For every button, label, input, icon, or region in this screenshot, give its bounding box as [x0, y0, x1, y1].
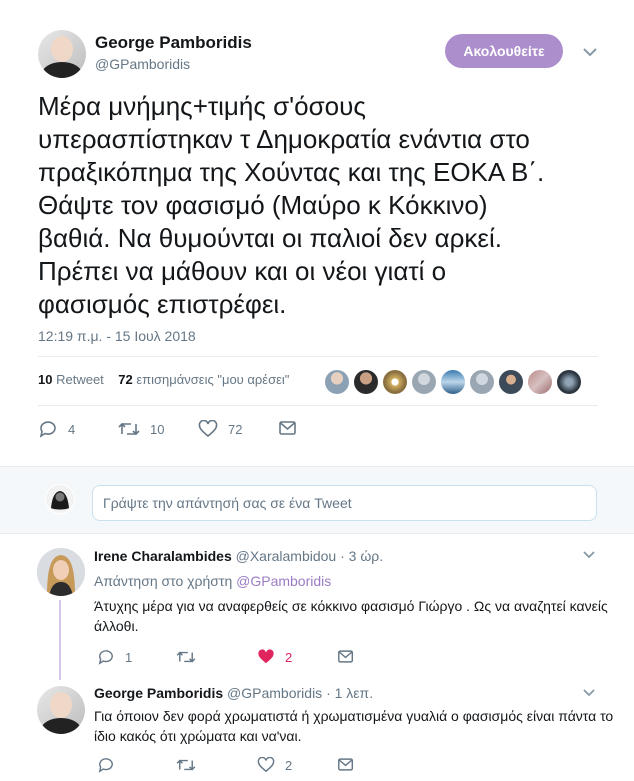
replying-to: Απάντηση στο χρήστη @GPamboridis: [94, 573, 331, 589]
reply-button[interactable]: 4: [38, 420, 75, 438]
retweet-icon: [176, 757, 196, 773]
retweet-count: 10: [150, 421, 165, 437]
envelope-icon: [337, 757, 355, 772]
retweet-stat-count: 10: [38, 372, 53, 387]
current-user-avatar[interactable]: [45, 484, 75, 514]
tweet-text-line: βαθιά. Να θυμούνται οι παλιοί δεν αρκεί.: [38, 223, 503, 253]
like-button[interactable]: 2: [257, 649, 292, 665]
liker-avatar[interactable]: [383, 370, 407, 394]
reply-author-name[interactable]: George Pamboridis: [94, 685, 223, 701]
tweet-text-line: Πρέπει να μάθουν και οι νέοι γιατί ο: [38, 256, 447, 286]
like-count: 2: [285, 757, 293, 773]
like-count: 72: [228, 421, 243, 437]
liker-avatar[interactable]: [325, 370, 349, 394]
direct-message-button[interactable]: [278, 420, 298, 436]
divider: [38, 356, 598, 357]
like-button[interactable]: 72: [198, 420, 242, 438]
reply-icon: [97, 649, 115, 665]
compose-reply: Γράψτε την απάντησή σας σε ένα Tweet: [0, 466, 634, 534]
reply-author-line: Irene Charalambides @Xaralambidou · 3 ώρ…: [94, 548, 383, 564]
liker-avatar[interactable]: [412, 370, 436, 394]
chevron-down-icon[interactable]: [580, 42, 600, 62]
divider: [38, 405, 598, 406]
liker-avatar[interactable]: [499, 370, 523, 394]
main-tweet: George Pamboridis @GPamboridis Ακολουθεί…: [0, 0, 634, 466]
reply-time[interactable]: · 1 λεπ.: [326, 685, 373, 701]
liker-avatar[interactable]: [354, 370, 378, 394]
reply-count: 1: [125, 649, 133, 665]
tweet-text-line: Θάψτε τον φασισμό (Μαύρο κ Κόκκινο): [38, 190, 488, 220]
heart-icon: [198, 420, 218, 438]
reply-icon: [97, 757, 115, 773]
liker-avatar[interactable]: [470, 370, 494, 394]
tweet-text-line: Μέρα μνήμης+τιμής σ'όσους: [38, 91, 366, 121]
reply-text: Άτυχης μέρα για να αναφερθείς σε κόκκινο…: [94, 598, 608, 634]
liker-avatar[interactable]: [441, 370, 465, 394]
author-handle[interactable]: @GPamboridis: [95, 56, 190, 72]
reply-author-handle[interactable]: @GPamboridis: [227, 685, 322, 701]
author-avatar[interactable]: [38, 30, 86, 78]
retweet-button[interactable]: 10: [118, 420, 164, 438]
reply-input[interactable]: Γράψτε την απάντησή σας σε ένα Tweet: [92, 485, 597, 521]
retweet-icon: [118, 420, 140, 438]
tweet-text-line: υπερασπίστηκαν τ Δημοκρατία ενάντια στο: [38, 124, 530, 154]
replying-to-link[interactable]: @GPamboridis: [236, 573, 331, 589]
envelope-icon: [337, 649, 355, 664]
following-button[interactable]: Ακολουθείτε: [445, 34, 563, 68]
reply-icon: [38, 420, 58, 438]
retweet-button[interactable]: [176, 649, 206, 665]
tweet-text-line: πραξικόπημα της Χούντας και της ΕΟΚΑ Β΄.: [38, 157, 545, 187]
tweet-stats: 10 Retweet 72 επισημάνσεις "μου αρέσει": [38, 372, 289, 387]
retweet-icon: [176, 649, 196, 665]
retweet-stat-label: Retweet: [56, 372, 104, 387]
thread-connector: [59, 600, 61, 680]
retweet-stat[interactable]: 10 Retweet: [38, 372, 104, 387]
direct-message-button[interactable]: [337, 649, 355, 664]
reply-author-name[interactable]: Irene Charalambides: [94, 548, 232, 564]
reply-text: Για όποιον δεν φορά χρωματιστά ή χρωματι…: [94, 708, 614, 744]
likes-stat-count: 72: [118, 372, 133, 387]
like-button[interactable]: 2: [257, 757, 292, 773]
reply-button[interactable]: 1: [97, 649, 132, 665]
heart-filled-icon: [257, 649, 275, 665]
tweet-text: Μέρα μνήμης+τιμής σ'όσους υπερασπίστηκαν…: [38, 90, 608, 321]
liker-avatar[interactable]: [528, 370, 552, 394]
tweet-text-line: φασισμός επιστρέφει.: [38, 289, 287, 319]
replying-prefix: Απάντηση στο χρήστη: [94, 573, 233, 589]
reply-time[interactable]: · 3 ώρ.: [340, 548, 383, 564]
reply-author-line: George Pamboridis @GPamboridis · 1 λεπ.: [94, 685, 373, 701]
reply-count: 4: [68, 421, 76, 437]
chevron-down-icon[interactable]: [580, 545, 598, 563]
reply-author-avatar[interactable]: [37, 686, 85, 734]
reply-button[interactable]: [97, 757, 125, 773]
chevron-down-icon[interactable]: [580, 683, 598, 701]
author-name[interactable]: George Pamboridis: [95, 33, 252, 53]
heart-icon: [257, 757, 275, 773]
envelope-icon: [278, 420, 298, 436]
direct-message-button[interactable]: [337, 757, 355, 772]
retweet-button[interactable]: [176, 757, 206, 773]
reply-author-handle[interactable]: @Xaralambidou: [236, 548, 337, 564]
reply-author-avatar[interactable]: [37, 548, 85, 596]
like-count: 2: [285, 649, 293, 665]
likes-stat[interactable]: 72 επισημάνσεις "μου αρέσει": [118, 372, 289, 387]
tweet-timestamp[interactable]: 12:19 π.μ. - 15 Ιουλ 2018: [38, 328, 196, 344]
likes-stat-label: επισημάνσεις "μου αρέσει": [136, 372, 290, 387]
liker-avatar[interactable]: [557, 370, 581, 394]
